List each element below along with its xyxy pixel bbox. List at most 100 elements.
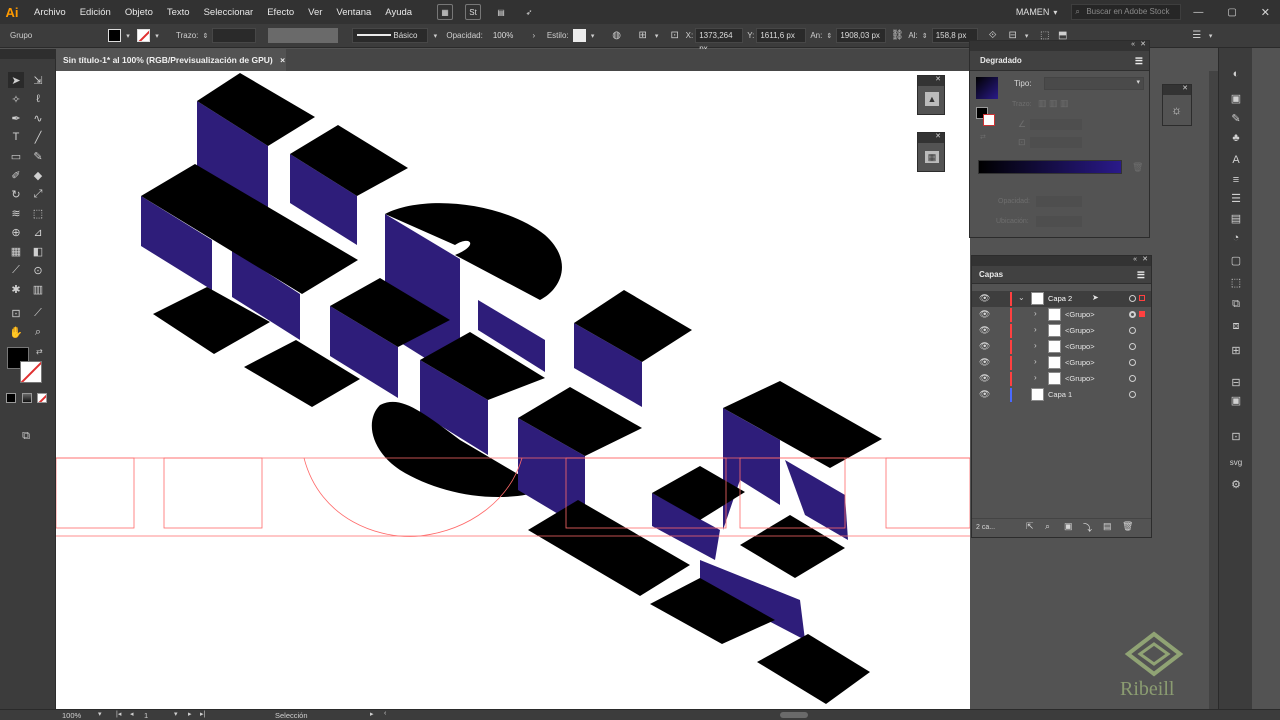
chevron-down-icon[interactable]: ▾ [121, 29, 135, 43]
next-artboard-icon[interactable]: ▸ [188, 710, 192, 718]
status-menu-icon[interactable]: ▸ [370, 710, 374, 718]
scale-tool-icon[interactable]: ⤢ [30, 186, 46, 202]
chevron-down-icon[interactable]: ▾ [1053, 8, 1057, 17]
zoom-tool-icon[interactable]: ⌕ [30, 324, 46, 340]
search-icon[interactable]: ⌕ [1045, 521, 1050, 532]
line-tool-icon[interactable]: ╱ [30, 129, 46, 145]
screen-mode-icon[interactable]: ⧉ [18, 428, 34, 444]
last-artboard-icon[interactable]: ▸| [200, 710, 205, 718]
target-circle-icon[interactable] [1129, 375, 1136, 382]
svg-interactivity-icon[interactable]: svg [1227, 454, 1245, 470]
visibility-eye-icon[interactable]: 👁 [979, 373, 991, 385]
layer-name[interactable]: <Grupo> [1065, 358, 1095, 367]
none-mode-icon[interactable] [37, 393, 47, 403]
close-icon[interactable]: ✕ [935, 75, 941, 83]
chevron-down-icon[interactable]: ⌄ [1018, 293, 1028, 305]
selection-indicator[interactable] [1139, 295, 1145, 301]
layer-row-grupo[interactable]: 👁 › <Grupo> [972, 355, 1151, 371]
stock-search-input[interactable]: ⌕ Buscar en Adobe Stock [1071, 4, 1182, 20]
new-layer-icon[interactable]: ▤ [1103, 521, 1112, 532]
color-guide-icon[interactable]: ◐ [1227, 66, 1245, 82]
menu-efecto[interactable]: Efecto [267, 7, 294, 18]
pen-tool-icon[interactable]: ✒ [8, 110, 24, 126]
menu-ver[interactable]: Ver [308, 7, 322, 18]
gradient-icon[interactable]: ▤ [1227, 210, 1245, 226]
close-tab-icon[interactable]: × [280, 55, 285, 65]
pathfinder-icon[interactable]: ⊞ [1227, 342, 1245, 358]
paintbrush-tool-icon[interactable]: ✎ [30, 148, 46, 164]
chevron-right-icon[interactable]: › [1034, 341, 1044, 353]
angle-field[interactable] [1030, 119, 1082, 130]
chevron-down-icon[interactable]: ▾ [98, 710, 102, 718]
maximize-icon[interactable]: ▢ [1227, 7, 1236, 18]
appearance-sun-icon[interactable]: ☼ [1171, 103, 1182, 117]
scroll-left-icon[interactable]: ‹ [384, 710, 386, 717]
slice-tool-icon[interactable]: ⟋ [30, 305, 46, 321]
direct-selection-tool-icon[interactable]: ⇲ [30, 72, 46, 88]
target-circle-icon[interactable] [1129, 295, 1136, 302]
chevron-right-icon[interactable]: › [527, 29, 541, 43]
first-artboard-icon[interactable]: |◂ [116, 710, 121, 718]
artboard-panel-icon[interactable]: ▦ [925, 151, 939, 163]
eraser-tool-icon[interactable]: ◆ [30, 167, 46, 183]
bridge-icon[interactable]: ▦ [437, 4, 454, 20]
shaper-tool-icon[interactable]: ✐ [8, 167, 24, 183]
menu-texto[interactable]: Texto [167, 7, 190, 18]
stroke-color-box[interactable] [20, 361, 42, 383]
chevron-down-icon[interactable]: ▾ [1204, 29, 1218, 43]
letter-a[interactable] [650, 381, 882, 704]
character-icon[interactable]: A [1227, 152, 1245, 168]
column-graph-tool-icon[interactable]: ▥ [30, 281, 46, 297]
fill-swatch[interactable] [108, 29, 121, 42]
width-field[interactable]: 1908,03 px [836, 28, 887, 43]
style-swatch[interactable] [572, 29, 586, 42]
artboard-tool-icon[interactable]: ⊡ [8, 305, 24, 321]
vertical-scrollbar[interactable] [1209, 71, 1218, 710]
visibility-eye-icon[interactable]: 👁 [979, 325, 991, 337]
swatches-icon[interactable]: ▣ [1227, 90, 1245, 106]
close-icon[interactable]: ✕ [1140, 40, 1146, 48]
stepper-icon[interactable]: ⇕ [918, 29, 932, 43]
menu-objeto[interactable]: Objeto [125, 7, 153, 18]
delete-stop-icon[interactable]: 🗑 [1132, 162, 1143, 173]
layers-icon[interactable]: ⧉ [1227, 296, 1245, 312]
stroke-swatch[interactable] [137, 29, 150, 42]
symbols-icon[interactable]: ♣ [1227, 130, 1245, 146]
selection-tool-icon[interactable]: ➤ [8, 72, 24, 88]
gpu-performance-icon[interactable]: ➶ [521, 4, 537, 20]
eyedropper-tool-icon[interactable]: ⟋ [8, 262, 24, 278]
visibility-eye-icon[interactable]: 👁 [979, 357, 991, 369]
layer-row-grupo[interactable]: 👁 › <Grupo> [972, 339, 1151, 355]
hand-tool-icon[interactable]: ✋ [8, 324, 24, 340]
menu-archivo[interactable]: Archivo [34, 7, 66, 18]
layer-row-grupo[interactable]: 👁 › <Grupo> [972, 323, 1151, 339]
chevron-down-icon[interactable]: ▾ [650, 29, 664, 43]
paragraph-icon[interactable]: ≡ [1227, 172, 1245, 188]
menu-ventana[interactable]: Ventana [336, 7, 371, 18]
horizontal-scrollbar-thumb[interactable] [780, 712, 808, 718]
panel-options-icon[interactable]: ☰ [1190, 29, 1204, 43]
close-icon[interactable]: ✕ [1142, 255, 1148, 263]
layer-name[interactable]: <Grupo> [1065, 342, 1095, 351]
menu-seleccionar[interactable]: Seleccionar [204, 7, 254, 18]
stroke-weight-field[interactable] [212, 28, 257, 43]
transform-reference-icon[interactable]: ⊡ [668, 29, 682, 43]
selection-indicator[interactable] [1139, 311, 1145, 317]
chevron-down-icon[interactable]: ▾ [428, 29, 442, 43]
target-circle-icon[interactable] [1129, 359, 1136, 366]
zoom-level[interactable]: 100% [62, 711, 81, 720]
libraries-icon[interactable]: ▣ [1227, 392, 1245, 408]
close-window-icon[interactable]: ✕ [1261, 6, 1270, 19]
mesh-tool-icon[interactable]: ▦ [8, 243, 24, 259]
chevron-down-icon[interactable]: ▾ [1136, 78, 1140, 86]
panel-menu-icon[interactable]: ☰ [1135, 51, 1143, 71]
target-circle-icon[interactable] [1129, 327, 1136, 334]
chevron-right-icon[interactable]: › [1034, 325, 1044, 337]
variable-width-field[interactable] [268, 28, 339, 43]
layer-name[interactable]: Capa 1 [1048, 390, 1072, 399]
export-icon[interactable]: ⇱ [1026, 521, 1034, 532]
close-icon[interactable]: ✕ [935, 132, 941, 140]
stepper-icon[interactable]: ⇕ [822, 29, 836, 43]
visibility-eye-icon[interactable]: 👁 [979, 309, 991, 321]
stepper-icon[interactable]: ⇕ [198, 29, 212, 43]
